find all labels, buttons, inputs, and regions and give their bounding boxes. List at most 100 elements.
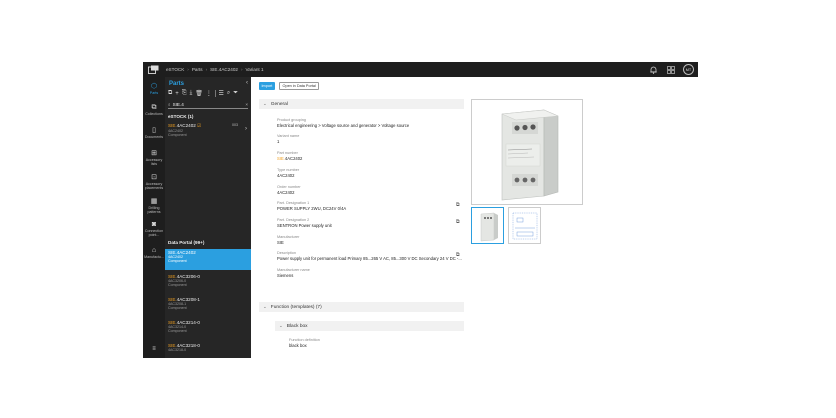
- section-title: Function (templates) (7): [270, 304, 322, 310]
- import-button[interactable]: Import: [259, 82, 275, 90]
- new-part-icon[interactable]: ⧉: [168, 90, 172, 97]
- toolbar-divider: [214, 90, 216, 97]
- list-item[interactable]: SIE.4AC3208-1 4AC3208-1 Component: [165, 297, 251, 317]
- list-item[interactable]: SIE.4AC3214-0 4AC3214-0 Component: [165, 320, 251, 340]
- rail-item-parts[interactable]: ⬡ Parts: [143, 83, 165, 95]
- rail-item-collections[interactable]: ⧉ Collections: [143, 104, 165, 116]
- copy-value-icon[interactable]: ⧉: [456, 219, 460, 225]
- panel-title: Parts: [169, 81, 185, 87]
- field-value: 4AC2402: [277, 190, 295, 195]
- app-window: eSTOCK › Parts › SIE.4AC2402 › Variant 1…: [143, 62, 698, 358]
- top-bar: eSTOCK › Parts › SIE.4AC2402 › Variant 1…: [143, 62, 698, 77]
- rail-item-connection-points[interactable]: ◙ Connection point...: [143, 221, 165, 237]
- field-value: SIE.4AC2402: [277, 156, 303, 161]
- search-toggle-icon[interactable]: ⌕: [227, 90, 230, 97]
- field-value: 4AC2402: [277, 173, 295, 178]
- field-value: 1: [277, 139, 280, 144]
- photo-thumbnail-icon: [480, 212, 498, 242]
- rail-item-label: Documents: [144, 135, 164, 139]
- list-item[interactable]: SIE.4AC2402 ☑ 4AC2402 Component 003 ›: [165, 123, 251, 143]
- field-variant-name: Variant name 1: [277, 134, 299, 144]
- item-type: Component: [168, 329, 187, 334]
- apps-grid-icon[interactable]: [666, 65, 675, 74]
- nav-rail: ⬡ Parts ⧉ Collections ▯ Documents ⊞ Acce…: [143, 77, 165, 358]
- list-item[interactable]: SIE.4AC3218-0 4AC3218-0: [165, 343, 251, 358]
- field-value: Siemens: [277, 273, 294, 278]
- item-type: Component: [168, 259, 187, 264]
- breadcrumb: eSTOCK › Parts › SIE.4AC2402 › Variant 1: [166, 67, 264, 72]
- menu-icon: ≡: [152, 346, 156, 352]
- rail-item-drilling-patterns[interactable]: ▦ Drilling patterns: [143, 198, 165, 214]
- item-type: Component: [168, 283, 187, 288]
- more-icon[interactable]: ⋮: [206, 90, 212, 97]
- avatar[interactable]: MT: [683, 64, 694, 75]
- rail-item-accessory-lists[interactable]: ⊞ Accessory lists: [143, 150, 165, 166]
- documents-icon: ▯: [152, 127, 156, 134]
- breadcrumb-part[interactable]: SIE.4AC2402: [210, 67, 238, 72]
- top-actions: MT: [649, 64, 694, 75]
- product-image[interactable]: [471, 99, 583, 205]
- clear-search-icon[interactable]: ×: [245, 102, 248, 107]
- app-logo-icon[interactable]: [146, 65, 160, 75]
- field-value: Power supply unit for permanent load Pri…: [277, 256, 462, 261]
- chevron-right-icon[interactable]: ›: [245, 126, 247, 132]
- chevron-down-icon: ⌄: [279, 323, 283, 328]
- breadcrumb-variant: Variant 1: [245, 67, 264, 72]
- connection-points-icon: ◙: [151, 221, 157, 228]
- field-value: SIE: [277, 240, 284, 245]
- field-part-number: Part number SIE.4AC2402: [277, 151, 302, 161]
- rail-item-accessory-placements[interactable]: ⊡ Accessory placements: [143, 174, 165, 190]
- field-description: Description Power supply unit for permane…: [277, 251, 462, 261]
- field-part-designation-2: Part. Designation 2 SENTRON Power supply …: [277, 218, 332, 228]
- rail-item-label: Manufactu...: [144, 255, 164, 259]
- search-icon: ⌕: [168, 102, 171, 107]
- field-order-number: Order number 4AC2402: [277, 185, 301, 195]
- open-in-data-portal-button[interactable]: Open in Data Portal: [279, 82, 320, 90]
- list-item-selected[interactable]: SIE.4AC2402 4AC2402 Component: [165, 249, 251, 270]
- list-view-icon[interactable]: ☰: [219, 90, 224, 97]
- bell-icon[interactable]: [649, 65, 658, 74]
- rail-item-label: Drilling patterns: [147, 206, 161, 214]
- drilling-patterns-icon: ▦: [150, 198, 158, 205]
- download-icon[interactable]: ⤓: [190, 90, 193, 97]
- section-title: General: [270, 101, 288, 107]
- parts-toolbar: ⧉ + ⎘ ⤓ 🗑 ⋮ ☰ ⌕ ⏷: [168, 90, 250, 97]
- group-data-portal[interactable]: Data Portal (99+): [168, 240, 204, 245]
- menu-button[interactable]: ≡: [143, 345, 165, 353]
- manufacturers-icon: ⌂: [151, 247, 157, 254]
- add-icon[interactable]: +: [175, 91, 179, 97]
- drawing-thumbnail-icon: [512, 212, 538, 240]
- breadcrumb-parts[interactable]: Parts: [192, 67, 203, 72]
- variant-badge: 003: [232, 123, 238, 127]
- copy-value-icon[interactable]: ⧉: [456, 202, 460, 208]
- group-estock[interactable]: eSTOCK (1): [168, 114, 193, 119]
- delete-icon[interactable]: 🗑: [195, 90, 203, 97]
- field-type-number: Type number 4AC2402: [277, 168, 299, 178]
- field-value: black box: [289, 343, 307, 348]
- rail-item-documents[interactable]: ▯ Documents: [143, 127, 165, 139]
- copy-icon[interactable]: ⎘: [182, 90, 187, 97]
- collapse-panel-icon[interactable]: ‹: [246, 80, 248, 86]
- accessory-lists-icon: ⊞: [151, 150, 157, 157]
- search-input[interactable]: ⌕ SIE.4 ×: [168, 101, 248, 109]
- copy-value-icon[interactable]: ⧉: [456, 252, 460, 258]
- section-black-box[interactable]: ⌄ Black box: [275, 321, 464, 331]
- section-general[interactable]: ⌄ General: [259, 99, 464, 109]
- filter-icon[interactable]: ⏷: [233, 90, 238, 97]
- field-product-grouping: Product grouping Electrical engineering >…: [277, 118, 409, 128]
- rail-item-label: Connection point...: [144, 229, 164, 237]
- chevron-right-icon: ›: [187, 67, 189, 72]
- section-function-templates[interactable]: ⌄ Function (templates) (7): [259, 302, 464, 312]
- thumbnail-photo[interactable]: [471, 207, 504, 244]
- breadcrumb-estock[interactable]: eSTOCK: [166, 67, 184, 72]
- list-item[interactable]: SIE.4AC3206-0 4AC3206-0 Component: [165, 274, 251, 294]
- thumbnail-drawing[interactable]: [508, 207, 541, 244]
- rail-item-manufacturers[interactable]: ⌂ Manufactu...: [143, 247, 165, 259]
- item-type: Component: [168, 133, 187, 138]
- accessory-placements-icon: ⊡: [151, 174, 157, 181]
- checkout-icon: ☑: [197, 123, 202, 128]
- field-value: Electrical engineering > Voltage source …: [277, 123, 410, 128]
- function-definition-field: Function definition black box: [289, 338, 320, 348]
- rail-item-label: Collections: [145, 112, 163, 116]
- chevron-down-icon: ⌄: [263, 101, 267, 106]
